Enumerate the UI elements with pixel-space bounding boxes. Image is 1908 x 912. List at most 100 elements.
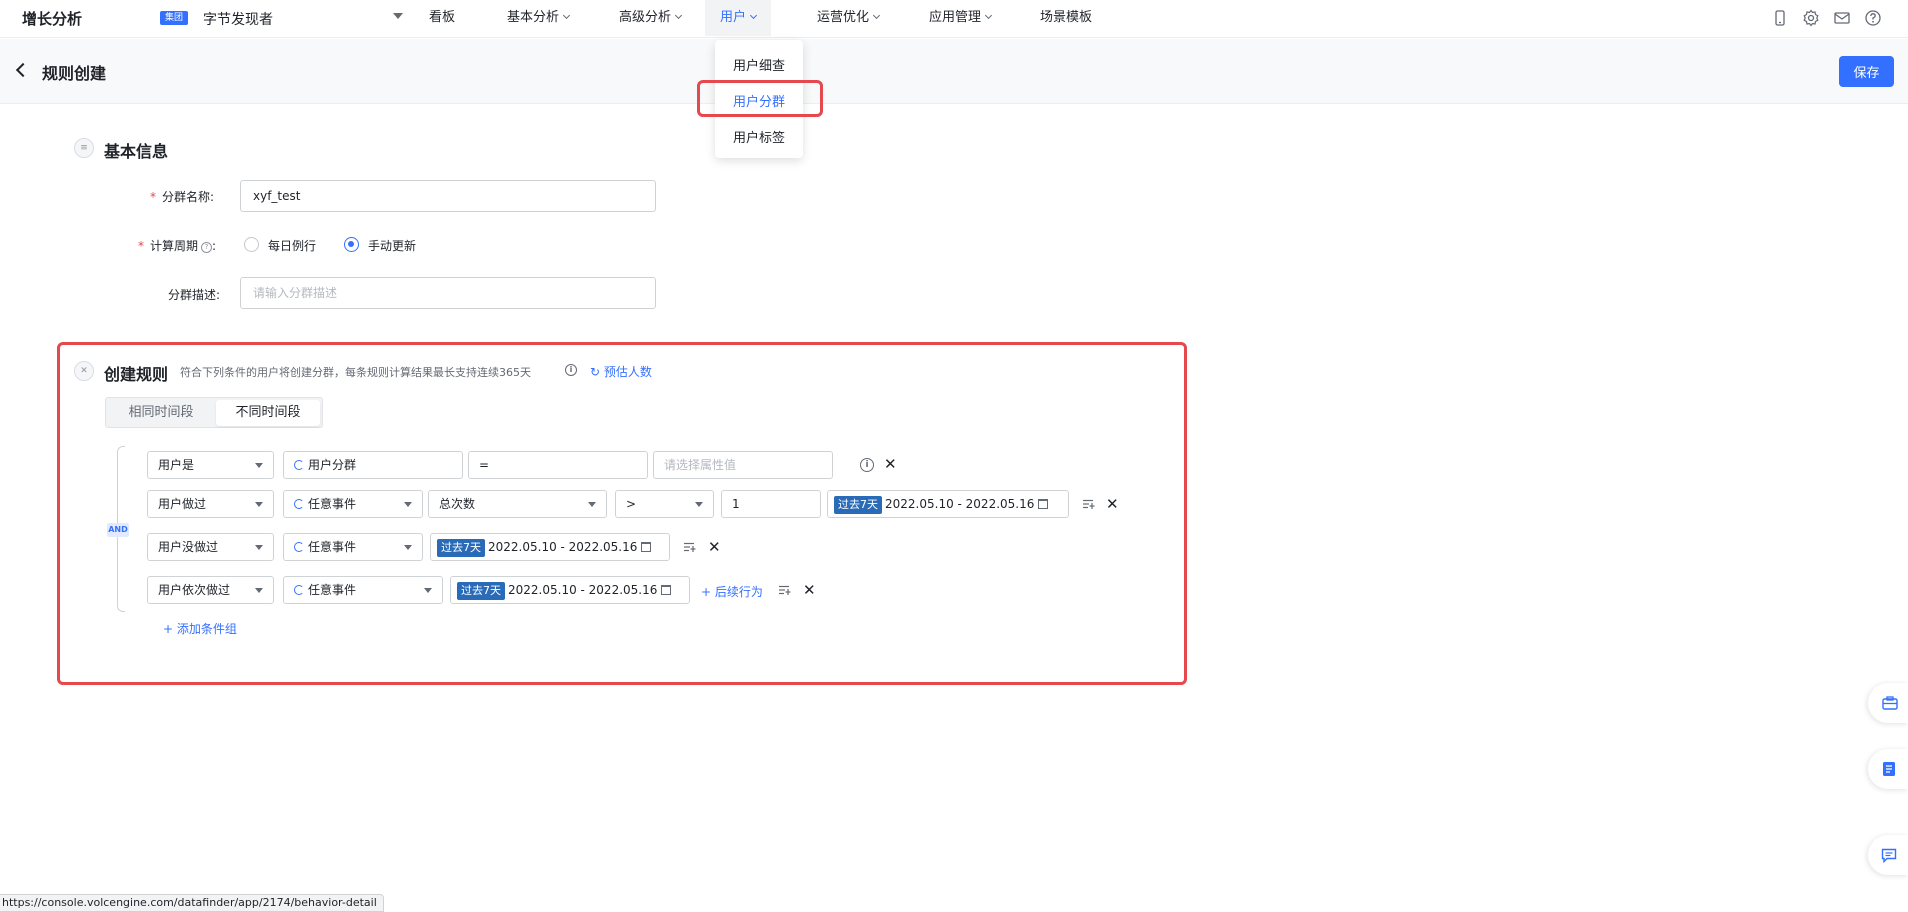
estimate-users-link[interactable]: ↻ 预估人数 [590, 363, 652, 380]
document-icon [1883, 762, 1895, 776]
nav-item-basic-analysis[interactable]: 基本分析 [507, 0, 571, 36]
chevron-down-icon [984, 11, 993, 20]
page-header: 规则创建 保存 [0, 39, 1908, 104]
calendar-icon [641, 542, 652, 552]
property-value-select[interactable]: 请选择属性值 [653, 451, 833, 479]
chevron-down-icon [749, 11, 758, 20]
count-value-input[interactable]: 1 [721, 490, 821, 518]
logic-and-toggle[interactable]: AND [107, 523, 129, 537]
add-filter-icon[interactable] [684, 542, 696, 552]
add-filter-icon[interactable] [779, 585, 791, 595]
caret-down-icon [255, 502, 263, 507]
save-button[interactable]: 保存 [1839, 56, 1894, 87]
chat-icon [1881, 848, 1897, 863]
name-label: * 分群名称: [150, 190, 215, 204]
basic-info-title: 基本信息 [104, 142, 169, 161]
caret-down-icon [404, 502, 412, 507]
nav-item-users[interactable]: 用户 [705, 0, 772, 36]
period-radio-manual[interactable] [344, 237, 359, 252]
nav-item-dashboard[interactable]: 看板 [429, 0, 455, 36]
menu-item-user-lookup[interactable]: 用户细查 [715, 55, 803, 74]
info-icon[interactable]: i [860, 458, 874, 472]
info-icon[interactable]: i [565, 364, 577, 376]
mobile-icon[interactable] [1771, 9, 1789, 27]
chevron-down-icon [562, 11, 571, 20]
condition-type-select[interactable]: 用户是 [147, 451, 274, 479]
page-title: 规则创建 [42, 64, 107, 83]
close-icon[interactable]: ✕ [803, 583, 816, 598]
date-preset-tag: 过去7天 [834, 496, 882, 514]
chevron-down-icon [872, 11, 881, 20]
date-range-picker[interactable]: 过去7天 2022.05.10 - 2022.05.16 [450, 576, 690, 604]
caret-down-icon [424, 588, 432, 593]
property-select[interactable]: 用户分群 [283, 451, 463, 479]
operator-select[interactable]: = [468, 451, 648, 479]
floating-toolbox-button[interactable] [1868, 683, 1908, 723]
close-icon[interactable]: ✕ [708, 540, 721, 555]
event-select[interactable]: 任意事件 [283, 490, 423, 518]
rules-description: 符合下列条件的用户将创建分群，每条规则计算结果最长支持连续365天 [180, 366, 531, 379]
add-filter-icon[interactable] [1083, 499, 1095, 509]
add-followup-action-link[interactable]: + 后续行为 [701, 583, 763, 600]
search-icon [294, 499, 304, 509]
list-icon: ≡ [74, 138, 94, 158]
users-dropdown-menu: 用户细查 用户分群 用户标签 [715, 40, 803, 158]
nav-item-operations[interactable]: 运营优化 [817, 0, 881, 36]
refresh-icon: ↻ [590, 365, 604, 379]
tab-same-period[interactable]: 相同时间段 [108, 400, 214, 426]
nav-item-scene-templates[interactable]: 场景模板 [1040, 0, 1092, 36]
menu-item-user-tags[interactable]: 用户标签 [715, 127, 803, 146]
question-icon[interactable]: ? [201, 242, 213, 253]
caret-down-icon [255, 463, 263, 468]
segment-desc-input[interactable] [240, 277, 656, 309]
toolbox-icon [1882, 696, 1898, 710]
date-preset-tag: 过去7天 [437, 539, 485, 557]
search-icon [294, 542, 304, 552]
app-selector-label[interactable]: 字节发现者 [203, 9, 273, 29]
calendar-icon [1038, 499, 1049, 509]
group-badge: 集团 [160, 11, 189, 25]
add-condition-group-link[interactable]: + 添加条件组 [163, 620, 237, 637]
close-icon[interactable]: ✕ [1106, 497, 1119, 512]
top-navigation: 增长分析 集团 字节发现者 看板 基本分析 高级分析 用户 运营优化 应用管理 … [0, 0, 1908, 38]
mail-icon[interactable] [1833, 9, 1851, 27]
condition-type-select[interactable]: 用户没做过 [147, 533, 274, 561]
nav-item-app-management[interactable]: 应用管理 [929, 0, 993, 36]
caret-down-icon [404, 545, 412, 550]
compare-operator-select[interactable]: > [615, 490, 714, 518]
floating-feedback-button[interactable] [1868, 835, 1908, 875]
period-manual-label[interactable]: 手动更新 [368, 237, 416, 254]
tab-different-period[interactable]: 不同时间段 [216, 400, 320, 426]
search-icon [294, 585, 304, 595]
help-icon[interactable] [1864, 9, 1882, 27]
condition-type-select[interactable]: 用户做过 [147, 490, 274, 518]
menu-item-user-segments[interactable]: 用户分群 [715, 91, 803, 110]
close-icon[interactable]: ✕ [884, 457, 897, 472]
status-bar-url: https://console.volcengine.com/datafinde… [0, 894, 384, 912]
calendar-icon [661, 585, 672, 595]
gear-icon[interactable] [1802, 9, 1820, 27]
tools-icon: ✕ [74, 361, 94, 381]
caret-down-icon [255, 545, 263, 550]
chevron-down-icon [674, 11, 683, 20]
event-select[interactable]: 任意事件 [283, 576, 443, 604]
event-select[interactable]: 任意事件 [283, 533, 423, 561]
search-icon [294, 460, 304, 470]
app-selector-caret-icon[interactable] [393, 13, 403, 19]
date-range-picker[interactable]: 过去7天 2022.05.10 - 2022.05.16 [430, 533, 670, 561]
floating-docs-button[interactable] [1868, 749, 1908, 789]
create-rules-title: 创建规则 [104, 365, 169, 384]
nav-item-advanced-analysis[interactable]: 高级分析 [619, 0, 683, 36]
condition-type-select[interactable]: 用户依次做过 [147, 576, 274, 604]
back-arrow-icon[interactable] [15, 62, 31, 78]
plus-icon: + [701, 585, 715, 599]
metric-select[interactable]: 总次数 [428, 490, 607, 518]
caret-down-icon [255, 588, 263, 593]
segment-name-input[interactable] [240, 180, 656, 212]
time-segment-toggle: 相同时间段 不同时间段 [105, 397, 323, 428]
period-daily-label[interactable]: 每日例行 [268, 237, 316, 254]
period-radio-daily[interactable] [244, 237, 259, 252]
caret-down-icon [588, 502, 596, 507]
brand-title[interactable]: 增长分析 [22, 8, 82, 29]
date-range-picker[interactable]: 过去7天 2022.05.10 - 2022.05.16 [827, 490, 1069, 518]
